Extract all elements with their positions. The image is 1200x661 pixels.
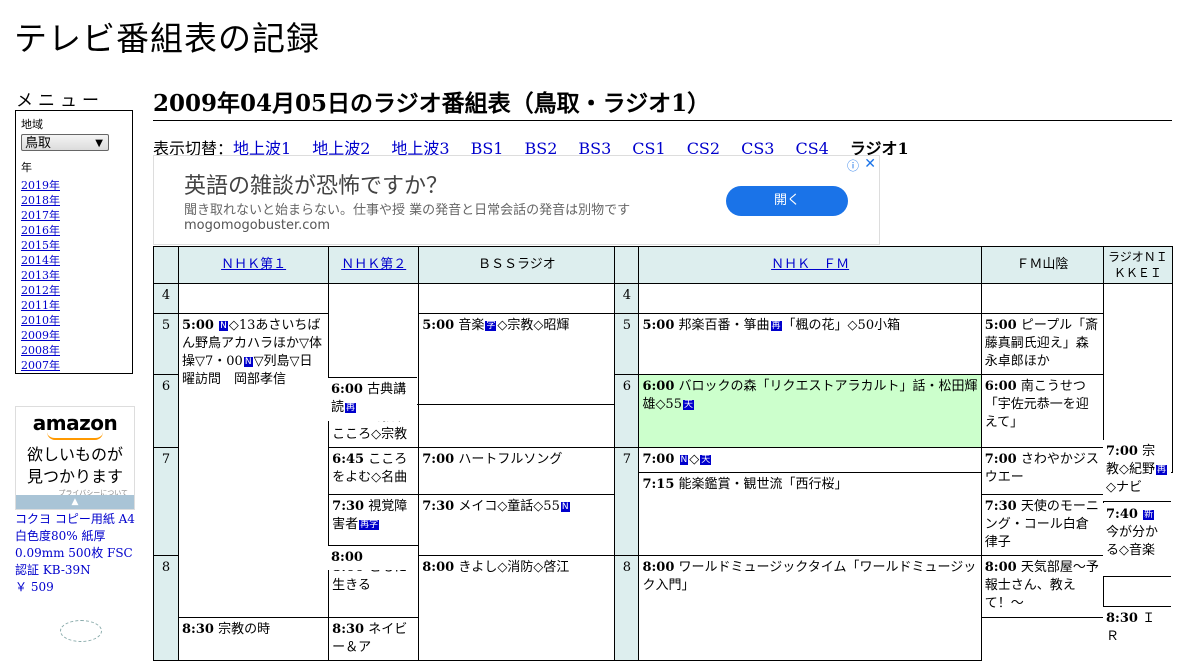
program-cell[interactable]: 7:00 宗教◇紀野 再◇ナビ [1103,440,1171,502]
chevron-down-icon: ▼ [95,138,103,149]
ad-headline[interactable]: 英語の雑談が恐怖ですか？ [184,168,448,200]
new-badge-icon: 新 [1143,510,1155,520]
menu-title: メニュー [16,91,104,111]
product-link[interactable]: コクヨ コピー用紙 A4 白色度80% 紙厚 0.09mm 500枚 FSC認証… [15,511,137,596]
news-badge-icon: N [219,321,228,331]
program-cell[interactable]: 6:00 バロックの森「リクエストアラカルト」話・松田輝雄◇55 天 [638,374,982,448]
chevron-up-icon[interactable]: ▲ [16,495,134,509]
product-price: ￥ 509 [15,580,54,594]
region-value: 鳥取 [25,136,52,151]
year-link[interactable]: 2019年 [21,179,60,192]
program-cell[interactable]: 5:00 ピープル「斎藤真嗣氏迎え」森永卓郎ほか [980,313,1104,375]
program-cell[interactable]: 7:00 N ◇ 天 [638,447,982,473]
info-icon[interactable]: ⓘ [847,157,859,174]
program-cell[interactable]: 8:30 宗教の時 [178,617,330,661]
news-badge-icon: N [679,455,689,465]
hour-cell: 8 [152,555,180,661]
year-link[interactable]: 2007年 [21,359,60,372]
close-icon[interactable]: ✕ [864,156,876,172]
year-link[interactable]: 2011年 [21,299,60,312]
corner-cell [614,246,640,284]
program-cell [418,283,616,314]
program-cell[interactable]: 8:00 [328,545,418,570]
year-link[interactable]: 2016年 [21,224,60,237]
ad-banner[interactable]: 英語の雑談が恐怖ですか？ 聞き取れないと始まらない。仕事や授 業の発音と日常会話… [153,155,880,245]
station-link[interactable]: ＮＨＫ第１ [221,257,286,272]
hour-cell: 6 [152,374,180,448]
rerun-badge-icon: 再 [345,403,357,413]
product-image[interactable] [60,620,102,642]
region-label: 地域 [21,118,43,131]
year-link[interactable]: 2015年 [21,239,60,252]
program-cell[interactable]: 6:00 南こうせつ「宇佐元恭一を迎えて」 [980,374,1104,448]
ad-open-button[interactable]: 開く [726,186,848,216]
hour-cell: 8 [614,555,640,661]
amazon-tagline: 欲しいものが 見つかります [26,445,123,486]
ad-domain: mogomogobuster.com [184,218,331,233]
station-header: ＢＳＳラジオ [418,246,616,284]
site-title: テレビ番組表の記録 [14,19,320,58]
hour-cell: 7 [152,447,180,556]
hour-cell: 4 [152,283,180,314]
program-cell[interactable]: 7:40 新今が分かる◇音楽 [1103,503,1171,577]
station-header: ＦＭ山陰 [980,246,1104,284]
rerun-caption-badge-icon: 再字 [359,520,380,530]
page-title: 2009年04月05日のラジオ番組表（鳥取・ラジオ1） [153,84,1172,121]
program-cell [178,283,330,314]
amazon-ad[interactable]: amazon 欲しいものが 見つかります プライバシーについて ▲ [15,406,135,510]
caption-badge-icon: 字 [485,321,497,331]
year-list: 2019年 2018年 2017年 2016年 2015年 2014年 2013… [21,178,127,373]
station-link[interactable]: ＮＨＫ ＦＭ [771,257,849,272]
year-link[interactable]: 2013年 [21,269,60,282]
program-cell[interactable]: 5:00 音楽字 ◇宗教◇昭輝 [418,313,616,405]
program-cell[interactable]: 7:00 さわやかジスウエー [980,447,1104,495]
hour-cell: 6 [614,374,640,448]
program-cell[interactable]: 8:00 天気部屋～予報士さん、教えて！～ [980,555,1104,618]
program-cell[interactable]: 8:30 ＩＲ [1103,606,1171,644]
station-link[interactable]: ＮＨＫ第２ [341,257,406,272]
corner-cell [152,246,180,284]
year-link[interactable]: 2017年 [21,209,60,222]
weather-badge-icon: 天 [700,455,712,465]
hour-cell: 5 [614,313,640,375]
year-label: 年 [21,161,32,174]
year-link[interactable]: 2018年 [21,194,60,207]
program-cell[interactable]: 7:00 ハートフルソング [418,447,616,495]
program-cell[interactable]: 8:00 きよし◇消防◇啓江 [418,555,616,661]
hour-cell: 7 [614,447,640,556]
weather-badge-icon: 天 [682,400,694,410]
year-link[interactable]: 2012年 [21,284,60,297]
program-grid: ＮＨＫ第１ ＮＨＫ第２ ＢＳＳラジオ ＮＨＫ ＦＭ ＦＭ山陰 ラジオＮＩＫＫＥＩ… [152,246,1174,661]
year-link[interactable]: 2014年 [21,254,60,267]
news-badge-icon: N [243,357,253,367]
rerun-badge-icon: 再 [770,321,782,331]
program-cell [638,283,982,314]
program-cell [980,283,1104,314]
program-cell[interactable]: 5:00 N ◇13あさいちばん野鳥アカハラほか▽体操▽7・00 N ▽列島▽日曜訪問… [178,313,330,618]
station-header: ラジオＮＩＫＫＥＩ [1102,246,1174,284]
news-badge-icon: N [560,502,570,512]
station-header: ＮＨＫ第１ [178,246,330,284]
program-cell[interactable]: 6:00 古典講読再 [328,377,417,421]
program-cell[interactable]: 7:30 メイコ◇童話◇55 N [418,494,616,556]
ad-description: 聞き取れないと始まらない。仕事や授 業の発音と日常会話の発音は別物です [184,203,631,218]
year-link[interactable]: 2010年 [21,314,60,327]
product-name[interactable]: コクヨ コピー用紙 A4 白色度80% 紙厚 0.09mm 500枚 FSC認証… [15,512,135,577]
year-link[interactable]: 2009年 [21,329,60,342]
rerun-badge-icon: 再 [1156,465,1168,475]
amazon-logo: amazon [32,411,118,435]
year-link[interactable]: 2008年 [21,344,60,357]
hour-cell: 5 [152,313,180,375]
station-header: ＮＨＫ ＦＭ [638,246,982,284]
program-cell[interactable]: 8:30 ネイビー＆ア [328,617,420,661]
menu-box: 地域 鳥取 ▼ 年 2019年 2018年 2017年 2016年 2015年 2… [15,110,133,374]
program-cell[interactable]: 5:00 邦楽百番・箏曲再「楓の花」◇50小箱 [638,313,982,375]
program-cell[interactable]: 6:45 こころをよむ◇名曲 [328,447,420,495]
program-cell[interactable]: 7:15 能楽鑑賞・観世流「西行桜」 [638,472,982,556]
region-select[interactable]: 鳥取 ▼ [21,134,109,151]
program-cell[interactable]: 7:30 天使のモーニング・コール白倉律子 [980,494,1104,556]
hour-cell: 4 [614,283,640,314]
station-header: ＮＨＫ第２ [328,246,420,284]
program-cell[interactable]: 8:00 ワールドミュージックタイム「ワールドミュージック入門」 [638,555,982,661]
